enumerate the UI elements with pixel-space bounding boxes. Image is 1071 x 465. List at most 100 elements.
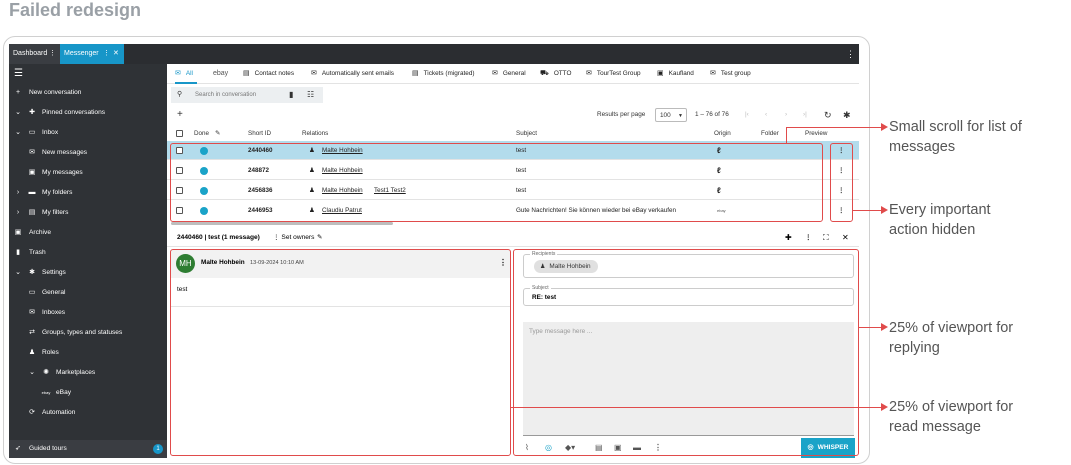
chevron-down-icon[interactable]: ⌄ [27,364,37,382]
sidebar: ☰ + New conversation ⌄ ✚ Pinned conversa… [9,64,167,458]
sidebar-item-label: Trash [29,249,46,256]
list-icon: ▤ [412,70,419,77]
close-icon[interactable]: ✕ [842,229,849,247]
tab-tourtest-group[interactable]: ✉ TourTest Group [586,64,641,84]
pencil-icon[interactable]: ✎ [215,128,220,140]
sidebar-item-new-messages[interactable]: ✉ New messages [9,144,167,162]
sidebar-item-marketplaces[interactable]: ⌄ ✺ Marketplaces [9,364,167,382]
chevron-right-icon[interactable]: › [13,204,23,222]
annotation-line: read message [889,419,981,435]
sidebar-item-settings[interactable]: ⌄ ✱ Settings [9,264,167,282]
people-icon: ♟ [28,349,36,356]
sidebar-item-automation[interactable]: ⟳ Automation [9,404,167,422]
sidebar-item-inbox[interactable]: ⌄ ▭ Inbox [9,124,167,142]
sidebar-item-archive[interactable]: ▣ Archive [9,224,167,242]
column-origin[interactable]: Origin [714,128,731,140]
shuffle-icon: ⇄ [29,329,35,336]
tab-dashboard-label: Dashboard [13,50,48,57]
annotation-line: Small scroll for list of [889,119,1022,135]
conversation-detail-bar: 2440460 | test (1 message) ⋮ Set owners … [167,229,859,247]
tab-automatically-sent-emails[interactable]: ✉ Automatically sent emails [311,64,394,84]
column-relations[interactable]: Relations [302,128,328,140]
tab-tickets-migrated[interactable]: ▤ Tickets (migrated) [412,64,475,84]
marketplace-icon: ✺ [43,369,49,376]
results-per-page-select[interactable]: 100 ▼ [655,108,687,122]
sidebar-item-label: Archive [29,229,51,236]
filter-icon: ▤ [28,209,36,216]
tab-otto[interactable]: ⛟ OTTO [540,64,571,84]
mail-icon: ✉ [29,309,35,316]
chevron-down-icon[interactable]: ⌄ [13,124,23,142]
expand-icon[interactable]: ⛶ [823,229,829,247]
sidebar-item-inboxes[interactable]: ✉ Inboxes [9,304,167,322]
filter-settings-icon[interactable]: ☷ [307,87,314,103]
add-conversation-button[interactable]: + [177,108,183,122]
column-done[interactable]: Done [194,128,209,140]
conversation-title: 2440460 | test (1 message) [177,234,260,241]
chevron-right-icon[interactable]: › [13,184,23,202]
gear-icon[interactable]: ✱ [843,108,851,122]
arrow-icon [881,206,888,214]
hamburger-icon[interactable]: ☰ [14,68,23,79]
sidebar-item-trash[interactable]: ▮ Trash [9,244,167,262]
tab-dashboard-menu-icon[interactable]: ⋮ [49,44,56,64]
annotation-line: 25% of viewport for [889,320,1014,336]
sidebar-item-label: Pinned conversations [42,109,106,116]
column-preview[interactable]: Preview [805,128,827,140]
tab-dashboard[interactable]: Dashboard ⋮ [9,44,60,64]
last-page-icon[interactable]: ›| [803,108,807,122]
tab-label: Contact notes [254,70,295,77]
sidebar-item-general[interactable]: ▭ General [9,284,167,302]
inbox-tabs: ✉ All ebay ▤ Contact notes ✉ Automatically … [167,64,859,84]
chevron-down-icon[interactable]: ⌄ [13,264,23,282]
tab-messenger-close-icon[interactable]: ✕ [113,44,119,64]
sidebar-item-ebay[interactable]: ebay eBay [9,384,167,402]
column-subject[interactable]: Subject [516,128,537,140]
column-short-id[interactable]: Short ID [248,128,271,140]
annotation-replying: 25% of viewport for replying [889,318,1013,358]
window-icon: ▭ [28,289,36,296]
first-page-icon[interactable]: |‹ [745,108,749,122]
more-icon[interactable]: ⋮ [805,229,812,247]
pencil-icon[interactable]: ✎ [317,229,323,247]
pin-icon[interactable]: ✚ [785,229,792,247]
sidebar-item-new-conversation[interactable]: + New conversation [9,84,167,102]
tab-all[interactable]: ✉ All [175,64,197,84]
sidebar-item-label: General [42,289,66,296]
annotation-line: action hidden [889,222,976,238]
refresh-icon[interactable]: ↻ [824,108,832,122]
set-owners-button[interactable]: ⋮ Set owners [273,229,314,247]
tab-label: Test group [720,70,751,77]
tab-kaufland[interactable]: ▣ Kaufland [657,64,694,84]
prev-page-icon[interactable]: ‹ [765,108,767,122]
window-menu-icon[interactable]: ⋮ [846,44,855,64]
sidebar-item-pinned-conversations[interactable]: ⌄ ✚ Pinned conversations [9,104,167,122]
next-page-icon[interactable]: › [785,108,787,122]
tab-messenger[interactable]: Messenger ⋮ ✕ [60,44,124,64]
tab-label: OTTO [553,70,572,77]
sidebar-guided-tours[interactable]: ➶ Guided tours 1 [9,440,167,458]
tab-label: All [185,70,193,77]
sidebar-item-my-filters[interactable]: › ▤ My filters [9,204,167,222]
sidebar-item-label: Roles [42,349,59,356]
connector-line [859,327,882,329]
sidebar-item-my-messages[interactable]: ▣ My messages [9,164,167,182]
tab-test-group[interactable]: ✉ Test group [710,64,751,84]
table-horizontal-scrollbar[interactable] [171,222,393,225]
tab-general[interactable]: ✉ General [492,64,526,84]
arrow-icon [881,323,888,331]
chevron-down-icon[interactable]: ⌄ [13,104,23,122]
tab-messenger-menu-icon[interactable]: ⋮ [103,44,110,64]
select-all-checkbox[interactable] [176,130,183,137]
sidebar-item-groups-types-statuses[interactable]: ⇄ Groups, types and statuses [9,324,167,342]
search-input[interactable]: Search in conversation [195,87,256,103]
column-folder[interactable]: Folder [761,128,779,140]
book-icon[interactable]: ▮ [289,87,293,103]
table-header: Done ✎ Short ID Relations Subject Origin… [167,128,859,140]
tab-ebay[interactable]: ebay [213,64,228,84]
sidebar-item-roles[interactable]: ♟ Roles [9,344,167,362]
tab-contact-notes[interactable]: ▤ Contact notes [243,64,294,84]
note-icon: ▤ [243,70,250,77]
sidebar-item-label: Groups, types and statuses [42,329,123,336]
sidebar-item-my-folders[interactable]: › ▬ My folders [9,184,167,202]
